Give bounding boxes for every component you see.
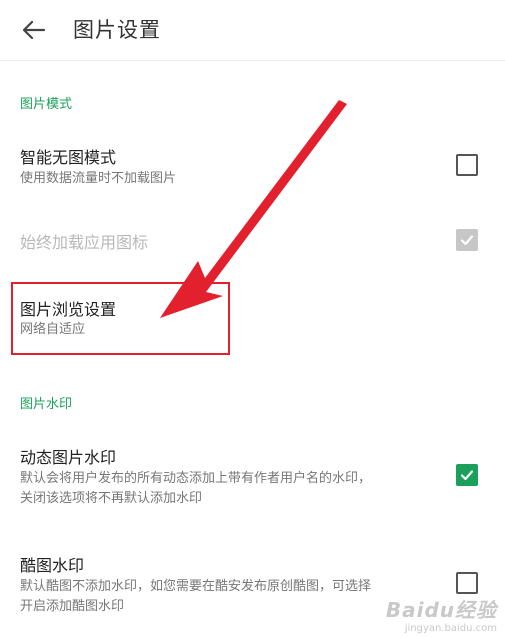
check-icon xyxy=(460,470,474,481)
setting-title: 酷图水印 xyxy=(20,556,85,575)
setting-title: 动态图片水印 xyxy=(20,448,117,467)
setting-subtitle-line2: 开启添加酷图水印 xyxy=(20,599,125,614)
page-title: 图片设置 xyxy=(73,18,161,42)
dynamic-watermark-checkbox[interactable] xyxy=(456,464,478,486)
app-bar: 图片设置 xyxy=(0,0,505,61)
baidu-jingyan-watermark: Baidu经验 jingyan.baidu.com xyxy=(386,594,497,634)
setting-title: 图片浏览设置 xyxy=(20,300,117,319)
setting-dynamic-watermark[interactable]: 动态图片水印 默认会将用户发布的所有动态添加上带有作者用户名的水印， 关闭该选项… xyxy=(0,430,505,514)
arrow-left-icon xyxy=(23,21,45,39)
check-icon xyxy=(460,235,474,246)
back-button[interactable] xyxy=(14,12,54,48)
setting-title: 智能无图模式 xyxy=(20,148,117,167)
setting-subtitle-line1: 默认会将用户发布的所有动态添加上带有作者用户名的水印， xyxy=(20,471,372,486)
watermark-logo: Baidu经验 xyxy=(385,598,497,622)
setting-always-load-icons[interactable]: 始终加载应用图标 xyxy=(0,214,505,264)
setting-title: 始终加载应用图标 xyxy=(20,233,149,252)
setting-smart-no-image[interactable]: 智能无图模式 使用数据流量时不加载图片 xyxy=(0,130,505,200)
setting-image-browse[interactable]: 图片浏览设置 网络自适应 xyxy=(0,284,505,354)
setting-subtitle: 网络自适应 xyxy=(20,322,86,337)
watermark-url: jingyan.baidu.com xyxy=(404,623,497,634)
setting-subtitle: 使用数据流量时不加载图片 xyxy=(20,171,177,186)
setting-subtitle-line1: 默认酷图不添加水印，如您需要在酷安发布原创酷图，可选择 xyxy=(20,579,372,594)
section-header-image-watermark: 图片水印 xyxy=(20,397,73,412)
always-load-icons-checkbox[interactable] xyxy=(456,229,478,251)
smart-no-image-checkbox[interactable] xyxy=(456,154,478,176)
setting-subtitle-line2: 关闭该选项将不再默认添加水印 xyxy=(20,491,203,506)
section-header-image-mode: 图片模式 xyxy=(20,97,73,112)
coolpic-watermark-checkbox[interactable] xyxy=(456,572,478,594)
